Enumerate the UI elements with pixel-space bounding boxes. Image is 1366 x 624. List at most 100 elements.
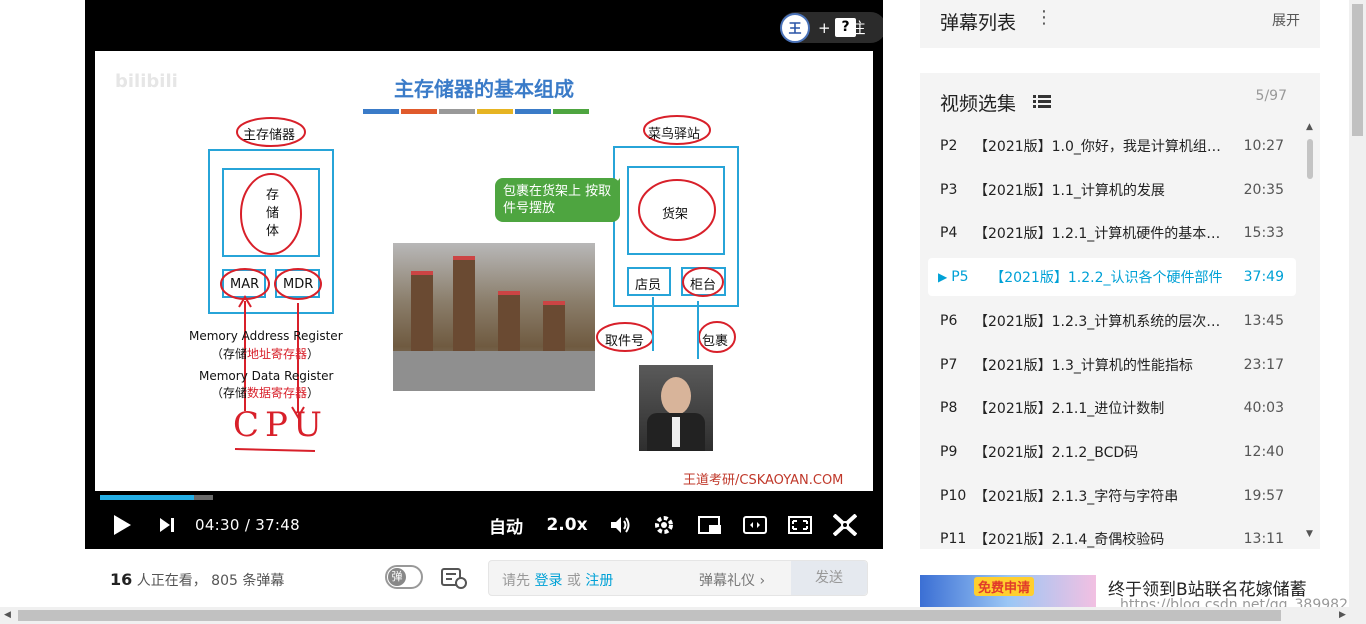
next-button[interactable] bbox=[157, 505, 177, 545]
episode-list: P2 【2021版】1.0_你好，我是计算机组成… 10:27 P3 【2021版】1.… bbox=[920, 124, 1305, 549]
episode-title: 视频选集 bbox=[940, 93, 1017, 115]
episode-title: 【2021版】1.0_你好，我是计算机组成… bbox=[974, 139, 1229, 155]
web-fullscreen-button[interactable] bbox=[788, 505, 812, 545]
uploader-avatar[interactable]: 王 bbox=[780, 12, 810, 43]
danmaku-count: 805 bbox=[211, 573, 238, 589]
send-button[interactable]: 发送 bbox=[791, 561, 867, 595]
shelf-label: 货架 bbox=[662, 207, 689, 222]
episode-number: P8 bbox=[940, 400, 958, 417]
cpu-underline bbox=[234, 448, 316, 452]
episode-number: P4 bbox=[940, 225, 958, 242]
volume-button[interactable] bbox=[609, 505, 633, 545]
danmaku-etiquette-link[interactable]: 弹幕礼仪 › bbox=[699, 570, 765, 590]
page-vertical-scrollbar[interactable] bbox=[1349, 0, 1366, 607]
episode-title: 【2021版】1.2.3_计算机系统的层次结构 bbox=[974, 313, 1229, 330]
danmaku-input-placeholder: 请先 登录 或 注册 bbox=[502, 573, 614, 589]
episode-item[interactable]: P8 【2021版】2.1.1_进位计数制 40:03 bbox=[928, 389, 1296, 427]
widescreen-button[interactable] bbox=[743, 505, 767, 545]
episode-item[interactable]: P10 【2021版】2.1.3_字符与字符串 19:57 bbox=[928, 477, 1296, 515]
pip-icon bbox=[698, 516, 721, 534]
mdr-full-name: Memory Data Register bbox=[199, 369, 334, 383]
current-time: 04:30 bbox=[195, 516, 240, 534]
storage-body-label: 存储体 bbox=[266, 188, 280, 239]
episode-duration: 37:49 bbox=[1243, 269, 1284, 286]
speed-button[interactable]: 2.0x bbox=[546, 505, 587, 545]
recommend-card[interactable]: 免费申请 终于领到B站联名花嫁储蓄 https://blog.csdn.net/… bbox=[920, 575, 1366, 613]
viewer-count: 16 bbox=[110, 570, 133, 589]
episode-item[interactable]: P7 【2021版】1.3_计算机的性能指标 23:17 bbox=[928, 346, 1296, 384]
mdr-label: MDR bbox=[283, 277, 314, 292]
episode-title: 【2021版】1.2.2_认识各个硬件部件 bbox=[990, 270, 1223, 287]
recommend-badge: 免费申请 bbox=[974, 577, 1035, 596]
episode-number: P3 bbox=[940, 181, 958, 198]
web-fullscreen-icon bbox=[788, 516, 812, 534]
danmaku-settings-button[interactable] bbox=[441, 566, 469, 590]
pip-button[interactable] bbox=[698, 505, 722, 545]
episode-number: P11 bbox=[940, 531, 967, 548]
episode-item[interactable]: P11 【2021版】2.1.4_奇偶校验码 13:11 bbox=[928, 520, 1296, 549]
episode-title: 【2021版】1.3_计算机的性能指标 bbox=[974, 357, 1193, 374]
play-button[interactable] bbox=[109, 505, 135, 545]
episode-number: P7 bbox=[940, 356, 958, 373]
episode-duration: 12:40 bbox=[1243, 443, 1284, 460]
expand-button[interactable]: 展开 bbox=[1272, 10, 1300, 30]
station-box bbox=[613, 146, 739, 307]
episode-item[interactable]: ▶ P5 【2021版】1.2.2_认识各个硬件部件 37:49 bbox=[928, 258, 1296, 297]
mar-cn: （存储地址寄存器） bbox=[211, 347, 320, 361]
episode-count: 5/97 bbox=[1255, 88, 1287, 104]
pickup-label: 取件号 bbox=[605, 334, 645, 349]
episode-scrollbar[interactable]: ▲ ▼ bbox=[1305, 122, 1315, 549]
follow-button[interactable]: 王 + 关注 bbox=[780, 12, 883, 43]
video-player[interactable]: 王 + 关注 ? bilibili 主存储器的基本组成 bbox=[85, 0, 883, 549]
total-time: 37:48 bbox=[255, 516, 300, 534]
next-icon bbox=[160, 518, 174, 532]
episode-duration: 13:11 bbox=[1243, 531, 1284, 548]
progress-bar[interactable] bbox=[100, 495, 194, 500]
presenter-photo bbox=[639, 365, 713, 451]
episode-item[interactable]: P2 【2021版】1.0_你好，我是计算机组成… 10:27 bbox=[928, 127, 1296, 165]
episode-number: P9 bbox=[940, 443, 958, 460]
episode-number: P6 bbox=[940, 312, 958, 329]
episode-item[interactable]: P3 【2021版】1.1_计算机的发展 20:35 bbox=[928, 171, 1296, 209]
episode-duration: 40:03 bbox=[1243, 400, 1284, 417]
register-link[interactable]: 注册 bbox=[585, 573, 613, 589]
danmaku-list-panel: 弹幕列表 ⋮ 展开 bbox=[920, 0, 1320, 48]
danmaku-settings-icon bbox=[441, 568, 467, 589]
episode-item[interactable]: P6 【2021版】1.2.3_计算机系统的层次结构 13:45 bbox=[928, 302, 1296, 340]
episode-panel: 视频选集 5/97 P2 【2021版】1.0_你好，我是计算机组成… 10:27 P… bbox=[920, 73, 1320, 549]
recommend-thumbnail[interactable]: 免费申请 bbox=[920, 575, 1096, 611]
episode-duration: 20:35 bbox=[1243, 181, 1284, 198]
more-icon[interactable]: ⋮ bbox=[1035, 7, 1053, 28]
page-horizontal-scrollbar-thumb[interactable] bbox=[18, 610, 1281, 621]
danmaku-toggle[interactable]: 弹 bbox=[385, 565, 423, 589]
gear-icon bbox=[655, 516, 673, 534]
episode-item[interactable]: P4 【2021版】1.2.1_计算机硬件的基本组成 15:33 bbox=[928, 214, 1296, 252]
episode-title: 【2021版】1.1_计算机的发展 bbox=[974, 182, 1165, 199]
episode-title: 【2021版】2.1.3_字符与字符串 bbox=[974, 488, 1179, 505]
counter-label: 柜台 bbox=[690, 278, 717, 293]
page-vertical-scrollbar-thumb[interactable] bbox=[1352, 4, 1363, 136]
playing-icon: ▶ bbox=[938, 270, 948, 285]
callout-box: 包裹在货架上 按取件号摆放 bbox=[495, 178, 620, 222]
main-memory-label: 主存储器 bbox=[243, 128, 296, 143]
widescreen-icon bbox=[743, 516, 767, 534]
help-icon[interactable]: ? bbox=[835, 18, 856, 37]
settings-button[interactable] bbox=[652, 505, 676, 545]
danmaku-list-title: 弹幕列表 bbox=[940, 12, 1017, 34]
page-horizontal-scrollbar[interactable]: ◀ ▶ bbox=[0, 607, 1366, 624]
episode-duration: 19:57 bbox=[1243, 487, 1284, 504]
list-icon[interactable] bbox=[1033, 94, 1051, 113]
mar-full-name: Memory Address Register bbox=[189, 329, 343, 343]
episode-scrollbar-thumb[interactable] bbox=[1307, 139, 1313, 179]
episode-title: 【2021版】2.1.4_奇偶校验码 bbox=[974, 532, 1165, 549]
video-frame: bilibili 主存储器的基本组成 主存储器 存储体 MAR MDR Memo… bbox=[95, 51, 873, 491]
viewer-stats: 16 人正在看， 805 条弹幕 bbox=[110, 570, 284, 590]
login-link[interactable]: 登录 bbox=[534, 573, 562, 589]
fullscreen-button[interactable] bbox=[833, 505, 857, 545]
episode-item[interactable]: P9 【2021版】2.1.2_BCD码 12:40 bbox=[928, 433, 1296, 471]
mar-label: MAR bbox=[230, 277, 260, 292]
quality-button[interactable]: 自动 bbox=[486, 505, 526, 545]
volume-icon bbox=[611, 517, 630, 533]
station-label: 菜鸟驿站 bbox=[648, 127, 701, 142]
danmaku-input[interactable]: 请先 登录 或 注册 弹幕礼仪 › 发送 bbox=[488, 560, 868, 596]
